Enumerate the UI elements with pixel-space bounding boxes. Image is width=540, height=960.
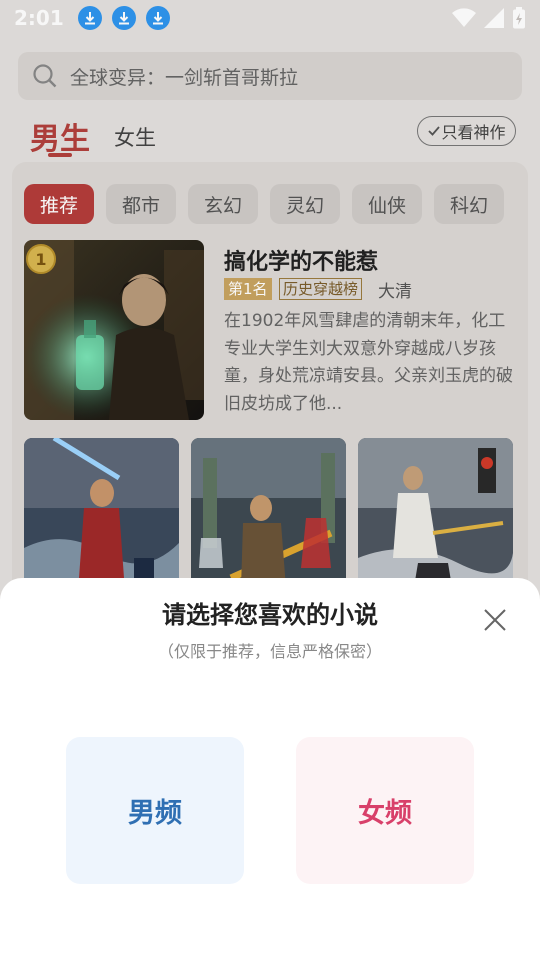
female-option-button[interactable]: 女频 (296, 737, 474, 884)
sheet-subtitle: （仅限于推荐，信息严格保密） (157, 642, 382, 661)
male-option-button[interactable]: 男频 (66, 737, 244, 884)
close-icon (484, 609, 506, 631)
close-button[interactable] (478, 603, 512, 637)
sheet-title: 请选择您喜欢的小说 (162, 601, 378, 629)
